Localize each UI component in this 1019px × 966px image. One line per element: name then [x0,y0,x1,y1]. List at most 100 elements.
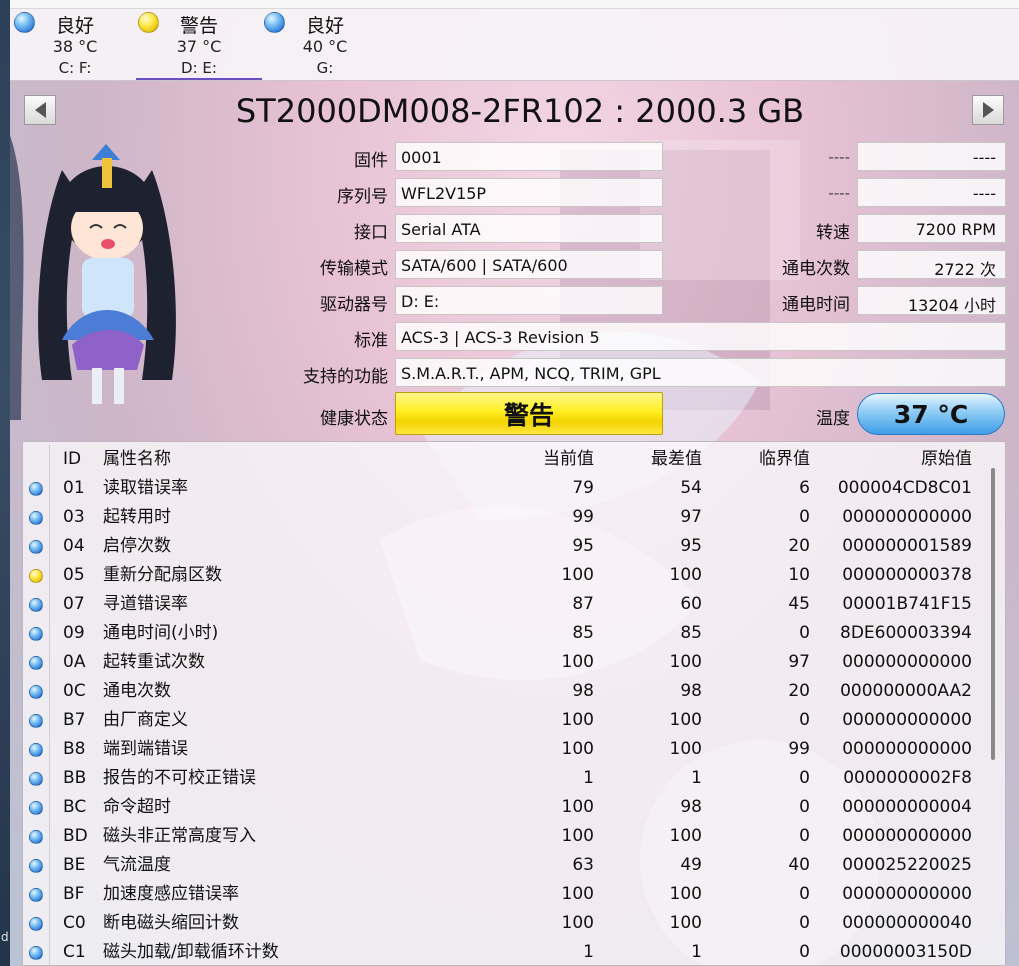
table-row[interactable]: 01 读取错误率 79 54 6 000004CD8C01 [23,474,985,503]
cell-id: 09 [63,623,85,643]
rotation-field: 7200 RPM [857,214,1006,243]
cell-current: 98 [572,681,594,701]
good-status-icon [29,946,43,960]
table-row[interactable]: 0A 起转重试次数 100 100 97 000000000000 [23,648,985,677]
good-status-icon [29,482,43,496]
cell-current: 100 [561,884,594,904]
table-row[interactable]: B7 由厂商定义 100 100 0 000000000000 [23,706,985,735]
temperature-badge[interactable]: 37 °C [857,393,1005,435]
drive-temp: 38 °C [52,37,98,56]
transfer-mode-label: 传输模式 [320,259,388,279]
cell-threshold: 97 [788,652,810,672]
drive-letters: C: F: [58,59,92,77]
cell-threshold: 40 [788,855,810,875]
table-row[interactable]: BF 加速度感应错误率 100 100 0 000000000000 [23,880,985,909]
unknown-label-2: ---- [828,184,850,202]
cell-worst: 97 [680,507,702,527]
column-divider [49,851,50,880]
good-status-icon [29,598,43,612]
cell-current: 1 [583,942,594,962]
cell-worst: 1 [691,768,702,788]
table-row[interactable]: C0 断电磁头缩回计数 100 100 0 000000000040 [23,909,985,938]
standard-field: ACS-3 | ACS-3 Revision 5 [395,322,1006,351]
column-divider [49,880,50,909]
cell-id: BD [63,826,88,846]
cell-attribute-name: 气流温度 [103,855,171,875]
cell-id: BE [63,855,86,875]
previous-disk-button[interactable] [24,95,56,125]
mascot-character-image [38,144,176,404]
cell-id: 04 [63,536,85,556]
cell-worst: 98 [680,797,702,817]
cell-worst: 1 [691,942,702,962]
good-status-icon [29,656,43,670]
table-row[interactable]: 07 寻道错误率 87 60 45 00001B741F15 [23,590,985,619]
features-field: S.M.A.R.T., APM, NCQ, TRIM, GPL [395,358,1006,387]
smart-attribute-table: ID 属性名称 当前值 最差值 临界值 原始值 01 读取错误率 79 54 6 0000… [22,441,1006,966]
cell-raw: 000000000040 [842,913,972,933]
drive-letter-field: D: E: [395,286,663,315]
cell-id: 05 [63,565,85,585]
cell-id: C0 [63,913,86,933]
cell-current: 100 [561,739,594,759]
table-row[interactable]: C1 磁头加载/卸载循环计数 1 1 0 00000003150D [23,938,985,965]
column-divider [49,735,50,764]
firmware-field: 0001 [395,142,663,171]
good-status-icon [29,801,43,815]
table-row[interactable]: 04 启停次数 95 95 20 000000001589 [23,532,985,561]
cell-attribute-name: 端到端错误 [103,739,188,759]
column-divider [49,474,50,503]
cell-worst: 98 [680,681,702,701]
drive-tab-g[interactable]: 良好 40 °C G: [262,9,388,81]
table-scrollbar[interactable] [985,442,1005,965]
drive-tab-c-f[interactable]: 良好 38 °C C: F: [12,9,138,81]
scrollbar-thumb[interactable] [991,468,995,760]
header-raw[interactable]: 原始值 [818,445,972,474]
health-status-label: 健康状态 [320,409,388,429]
cell-current: 1 [583,768,594,788]
unknown-field-2: ---- [857,178,1006,207]
header-attribute-name[interactable]: 属性名称 [103,445,171,474]
table-row[interactable]: 09 通电时间(小时) 85 85 0 8DE600003394 [23,619,985,648]
unknown-label-1: ---- [828,148,850,166]
cell-id: C1 [63,942,86,962]
table-row[interactable]: BB 报告的不可校正错误 1 1 0 0000000002F8 [23,764,985,793]
table-row[interactable]: B8 端到端错误 100 100 99 000000000000 [23,735,985,764]
table-row[interactable]: 05 重新分配扇区数 100 100 10 000000000378 [23,561,985,590]
table-row[interactable]: BE 气流温度 63 49 40 000025220025 [23,851,985,880]
cell-attribute-name: 起转用时 [103,507,171,527]
cell-id: 0A [63,652,86,672]
cell-attribute-name: 重新分配扇区数 [103,565,222,585]
cell-raw: 000000000000 [842,507,972,527]
cell-worst: 60 [680,594,702,614]
health-status-button[interactable]: 警告 [395,392,663,435]
cell-current: 99 [572,507,594,527]
cell-id: 01 [63,478,85,498]
cell-raw: 000000001589 [842,536,972,556]
cell-id: 07 [63,594,85,614]
cell-raw: 000000000000 [842,884,972,904]
drive-tab-d-e[interactable]: 警告 37 °C D: E: [136,9,262,81]
cell-id: BB [63,768,87,788]
table-row[interactable]: 03 起转用时 99 97 0 000000000000 [23,503,985,532]
table-row[interactable]: 0C 通电次数 98 98 20 000000000AA2 [23,677,985,706]
cell-worst: 49 [680,855,702,875]
good-status-icon [29,511,43,525]
header-threshold[interactable]: 临界值 [710,445,810,474]
arrow-left-icon [34,102,46,118]
cell-attribute-name: 寻道错误率 [103,594,188,614]
next-disk-button[interactable] [972,95,1004,125]
header-id[interactable]: ID [63,445,81,474]
table-row[interactable]: BC 命令超时 100 98 0 000000000004 [23,793,985,822]
disk-model-title: ST2000DM008-2FR102 : 2000.3 GB [235,92,805,130]
good-status-icon [29,743,43,757]
header-current[interactable]: 当前值 [493,445,594,474]
cell-attribute-name: 启停次数 [103,536,171,556]
drive-temp: 37 °C [176,37,222,56]
cell-worst: 54 [680,478,702,498]
cell-attribute-name: 通电时间(小时) [103,623,219,643]
cell-threshold: 10 [788,565,810,585]
good-status-icon [29,830,43,844]
header-worst[interactable]: 最差值 [601,445,702,474]
table-row[interactable]: BD 磁头非正常高度写入 100 100 0 000000000000 [23,822,985,851]
